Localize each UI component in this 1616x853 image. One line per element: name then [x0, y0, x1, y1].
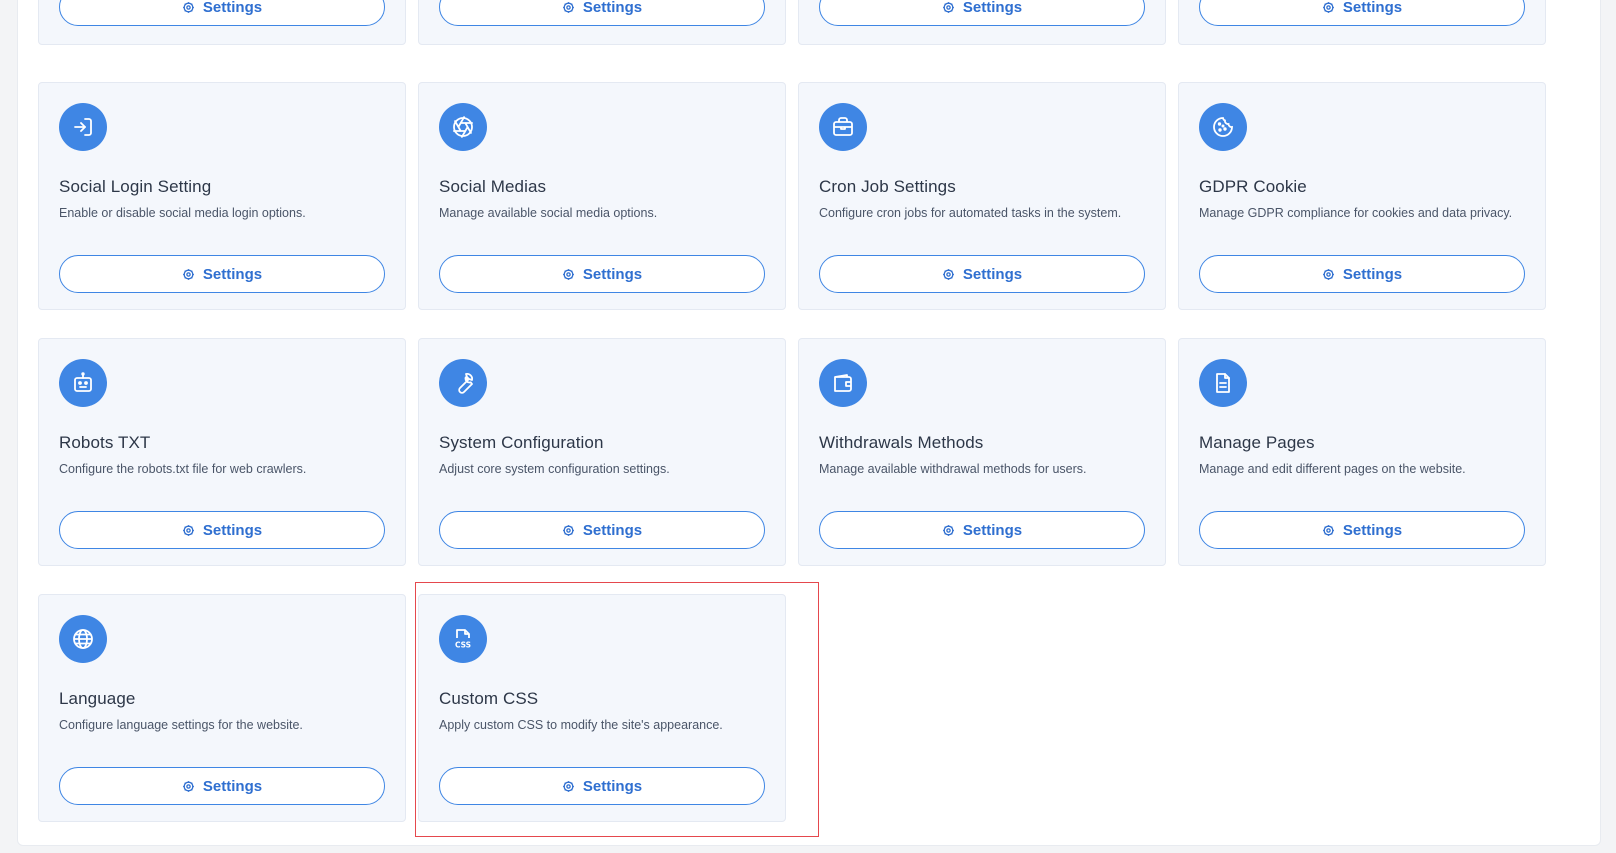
card-description: Configure the robots.txt file for web cr… [59, 462, 307, 476]
card-title: Cron Job Settings [819, 177, 956, 196]
settings-button[interactable]: Settings [1199, 0, 1525, 26]
card-description: Configure cron jobs for automated tasks … [819, 206, 1122, 220]
settings-button[interactable]: Settings [819, 0, 1145, 26]
card-description: Adjust core system configuration setting… [439, 462, 670, 476]
wrench-icon [439, 359, 487, 407]
settings-button-label: Settings [202, 777, 263, 795]
card-title: System Configuration [439, 433, 604, 452]
settings-button[interactable]: Settings [59, 0, 385, 26]
settings-card-top-2: Settings [418, 0, 786, 45]
gear-icon [562, 1, 574, 13]
settings-button-label: Settings [582, 0, 643, 16]
settings-button-label: Settings [582, 521, 643, 539]
gear-icon [942, 524, 954, 536]
card-title: GDPR Cookie [1199, 177, 1307, 196]
gear-icon [1322, 1, 1334, 13]
briefcase-icon [819, 103, 867, 151]
card-description: Manage available withdrawal methods for … [819, 462, 1087, 476]
gear-icon [182, 1, 194, 13]
gear-icon [182, 780, 194, 792]
svg-text:CSS: CSS [455, 641, 471, 650]
gear-icon [1322, 268, 1334, 280]
settings-panel: Settings Settings Settings Settings Soci… [17, 0, 1601, 846]
settings-button-label: Settings [202, 265, 263, 283]
robot-icon [59, 359, 107, 407]
settings-button-label: Settings [962, 0, 1023, 16]
gear-icon [182, 268, 194, 280]
aperture-icon [439, 103, 487, 151]
wallet-icon [819, 359, 867, 407]
login-icon [59, 103, 107, 151]
settings-button[interactable]: Settings [439, 767, 765, 805]
settings-card-cron-job: Cron Job Settings Configure cron jobs fo… [798, 82, 1166, 310]
settings-button-label: Settings [962, 265, 1023, 283]
settings-card-top-4: Settings [1178, 0, 1546, 45]
settings-button[interactable]: Settings [1199, 511, 1525, 549]
gear-icon [942, 1, 954, 13]
settings-button[interactable]: Settings [439, 255, 765, 293]
card-description: Apply custom CSS to modify the site's ap… [439, 718, 723, 732]
cookie-icon [1199, 103, 1247, 151]
settings-button[interactable]: Settings [59, 511, 385, 549]
settings-card-top-3: Settings [798, 0, 1166, 45]
settings-card-robots-txt: Robots TXT Configure the robots.txt file… [38, 338, 406, 566]
settings-card-social-medias: Social Medias Manage available social me… [418, 82, 786, 310]
gear-icon [182, 524, 194, 536]
settings-button-label: Settings [1342, 521, 1403, 539]
settings-button-label: Settings [962, 521, 1023, 539]
settings-card-withdrawals-methods: Withdrawals Methods Manage available wit… [798, 338, 1166, 566]
gear-icon [942, 268, 954, 280]
gear-icon [562, 780, 574, 792]
settings-button[interactable]: Settings [1199, 255, 1525, 293]
card-description: Manage GDPR compliance for cookies and d… [1199, 206, 1513, 220]
card-title: Custom CSS [439, 689, 539, 708]
settings-button[interactable]: Settings [819, 255, 1145, 293]
settings-card-top-1: Settings [38, 0, 406, 45]
settings-button-label: Settings [202, 0, 263, 16]
settings-button[interactable]: Settings [819, 511, 1145, 549]
settings-button-label: Settings [1342, 0, 1403, 16]
settings-card-custom-css: CSS Custom CSS Apply custom CSS to modif… [418, 594, 786, 822]
settings-card-manage-pages: Manage Pages Manage and edit different p… [1178, 338, 1546, 566]
settings-card-language: Language Configure language settings for… [38, 594, 406, 822]
settings-card-gdpr-cookie: GDPR Cookie Manage GDPR compliance for c… [1178, 82, 1546, 310]
document-icon [1199, 359, 1247, 407]
css-file-icon: CSS [439, 615, 487, 663]
card-description: Configure language settings for the webs… [59, 718, 303, 732]
card-description: Manage available social media options. [439, 206, 658, 220]
settings-button[interactable]: Settings [439, 511, 765, 549]
gear-icon [562, 268, 574, 280]
settings-button[interactable]: Settings [439, 0, 765, 26]
card-title: Social Medias [439, 177, 547, 196]
card-title: Manage Pages [1199, 433, 1315, 452]
gear-icon [1322, 524, 1334, 536]
card-description: Manage and edit different pages on the w… [1199, 462, 1466, 476]
card-title: Social Login Setting [59, 177, 212, 196]
settings-button-label: Settings [1342, 265, 1403, 283]
globe-icon [59, 615, 107, 663]
settings-button-label: Settings [582, 265, 643, 283]
settings-button[interactable]: Settings [59, 767, 385, 805]
settings-button[interactable]: Settings [59, 255, 385, 293]
card-title: Language [59, 689, 136, 708]
card-description: Enable or disable social media login opt… [59, 206, 306, 220]
settings-button-label: Settings [202, 521, 263, 539]
card-title: Robots TXT [59, 433, 151, 452]
settings-button-label: Settings [582, 777, 643, 795]
card-title: Withdrawals Methods [819, 433, 984, 452]
settings-card-system-configuration: System Configuration Adjust core system … [418, 338, 786, 566]
settings-card-social-login: Social Login Setting Enable or disable s… [38, 82, 406, 310]
gear-icon [562, 524, 574, 536]
